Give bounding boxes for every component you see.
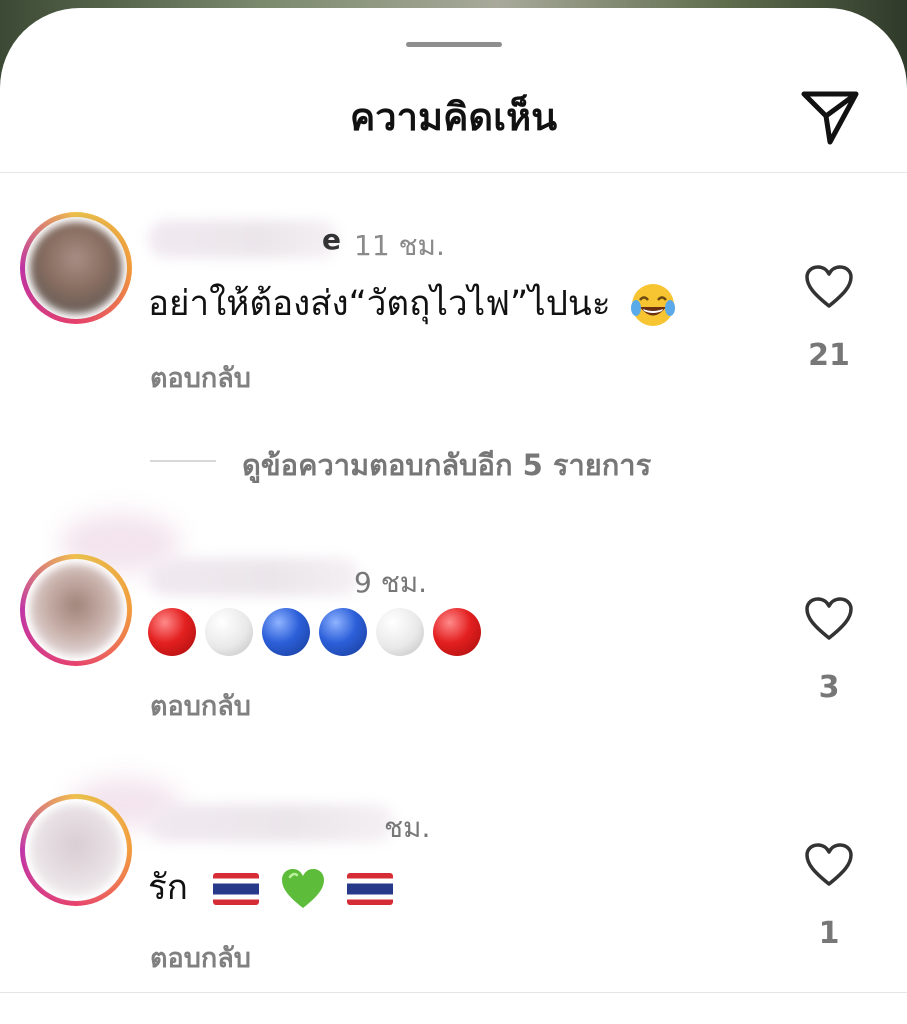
- green-heart-icon: [282, 869, 325, 908]
- comment-time: ชม.: [384, 811, 431, 844]
- blue-circle-icon: [319, 608, 367, 656]
- avatar-image: [30, 222, 122, 314]
- avatar[interactable]: [20, 212, 132, 324]
- comment-body: รัก: [148, 868, 188, 908]
- thailand-flag-icon: [347, 873, 394, 905]
- heart-icon[interactable]: [804, 842, 854, 888]
- like-count: 21: [808, 338, 850, 373]
- blue-circle-icon: [262, 608, 310, 656]
- white-circle-icon: [376, 608, 424, 656]
- username-redacted: [148, 558, 360, 596]
- comments-sheet: ความคิดเห็น e 11 ชม. อย่าให้ต้องส่ง“วัตถ…: [0, 8, 907, 1024]
- avatar-image: [30, 804, 122, 896]
- view-replies-label: ดูข้อความตอบกลับอีก 5 รายการ: [242, 448, 652, 482]
- send-icon[interactable]: [796, 82, 862, 148]
- comment-text: [148, 608, 490, 656]
- comment-text: รัก: [148, 860, 399, 915]
- header-divider: [0, 172, 907, 173]
- like-count: 1: [818, 916, 840, 951]
- red-circle-icon: [148, 608, 196, 656]
- view-replies-line: [150, 460, 216, 462]
- heart-icon[interactable]: [804, 596, 854, 642]
- sheet-grabber[interactable]: [406, 42, 502, 47]
- reply-button[interactable]: ตอบกลับ: [150, 936, 251, 979]
- thailand-flag-icon: [213, 873, 260, 905]
- avatar[interactable]: [20, 794, 132, 906]
- comment-time: 9 ชม.: [354, 566, 428, 599]
- red-circle-icon: [433, 608, 481, 656]
- comment-time: 11 ชม.: [354, 229, 445, 262]
- reply-button[interactable]: ตอบกลับ: [150, 684, 251, 727]
- like-count: 3: [818, 670, 840, 705]
- heart-icon[interactable]: [804, 264, 854, 310]
- comment-text: อย่าให้ต้องส่ง“วัตถุไวไฟ”ไปนะ: [148, 276, 676, 331]
- username[interactable]: e: [322, 223, 341, 256]
- white-circle-icon: [205, 608, 253, 656]
- reply-button[interactable]: ตอบกลับ: [150, 356, 251, 399]
- comment-body: อย่าให้ต้องส่ง“วัตถุไวไฟ”ไปนะ: [148, 284, 611, 324]
- bottom-divider: [0, 992, 907, 993]
- username-redacted: [148, 804, 394, 842]
- avatar[interactable]: [20, 554, 132, 666]
- avatar-image: [30, 564, 122, 656]
- username-redacted: [148, 220, 338, 258]
- page-title: ความคิดเห็น: [349, 95, 558, 139]
- laughing-emoji-icon: [630, 284, 675, 326]
